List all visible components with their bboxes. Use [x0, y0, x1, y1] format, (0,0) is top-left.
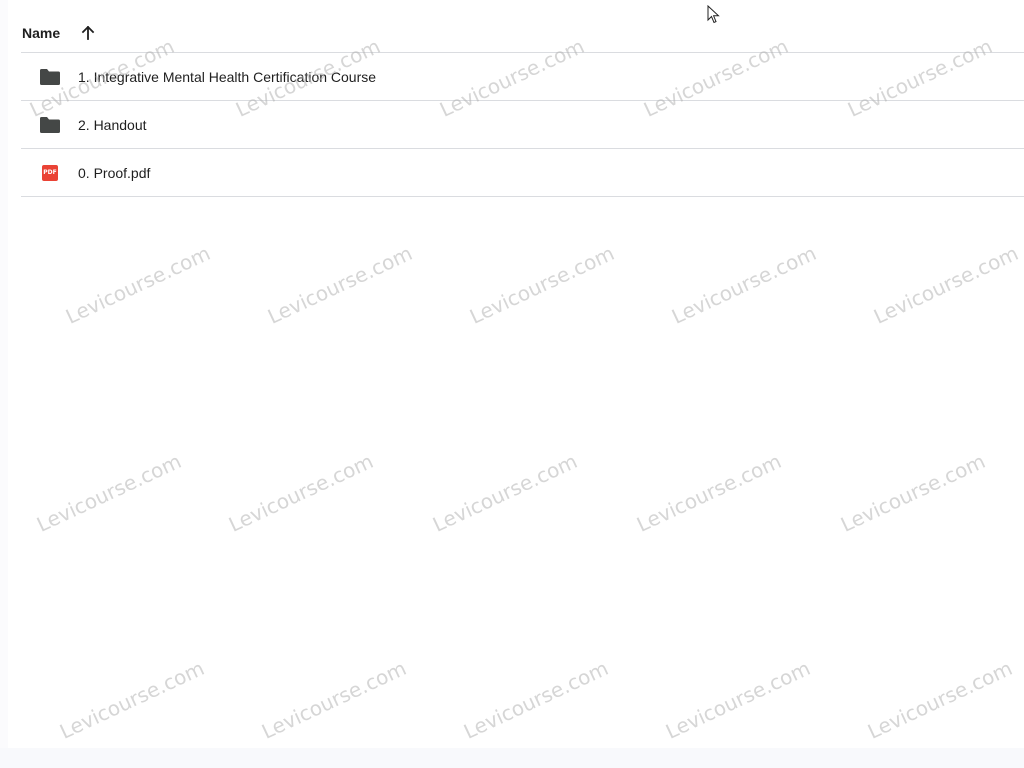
list-header: Name [21, 0, 1024, 53]
row-label: 0. Proof.pdf [78, 164, 151, 181]
watermark-text: Levicourse.com [429, 448, 581, 537]
folder-icon [39, 67, 61, 87]
list-item-folder-2[interactable]: 2. Handout [21, 101, 1024, 149]
watermark-text: Levicourse.com [258, 655, 410, 744]
watermark-text: Levicourse.com [870, 240, 1022, 329]
name-column-header[interactable]: Name [22, 25, 60, 41]
watermark-text: Levicourse.com [33, 448, 185, 537]
arrow-up-icon [81, 26, 95, 40]
watermark-text: Levicourse.com [62, 240, 214, 329]
row-label: 1. Integrative Mental Health Certificati… [78, 68, 377, 85]
bottom-strip [0, 748, 1024, 768]
pdf-icon: PDF [39, 163, 61, 183]
file-browser-page: Name 1. Integrative Mental Health Certif… [0, 0, 1024, 768]
mouse-cursor-icon [707, 5, 720, 24]
watermark-text: Levicourse.com [466, 240, 618, 329]
watermark-text: Levicourse.com [633, 448, 785, 537]
watermark-text: Levicourse.com [460, 655, 612, 744]
pdf-badge: PDF [42, 164, 58, 181]
list-item-pdf[interactable]: PDF 0. Proof.pdf [21, 149, 1024, 197]
row-label: 2. Handout [78, 116, 147, 133]
watermark-text: Levicourse.com [864, 655, 1016, 744]
left-edge [0, 0, 8, 768]
watermark-text: Levicourse.com [668, 240, 820, 329]
watermark-text: Levicourse.com [225, 448, 377, 537]
watermark-text: Levicourse.com [662, 655, 814, 744]
file-list: Name 1. Integrative Mental Health Certif… [21, 0, 1024, 197]
watermark-text: Levicourse.com [837, 448, 989, 537]
watermark-text: Levicourse.com [264, 240, 416, 329]
list-item-folder-1[interactable]: 1. Integrative Mental Health Certificati… [21, 53, 1024, 101]
sort-button[interactable] [78, 23, 98, 43]
watermark-text: Levicourse.com [56, 655, 208, 744]
folder-icon [39, 115, 61, 135]
